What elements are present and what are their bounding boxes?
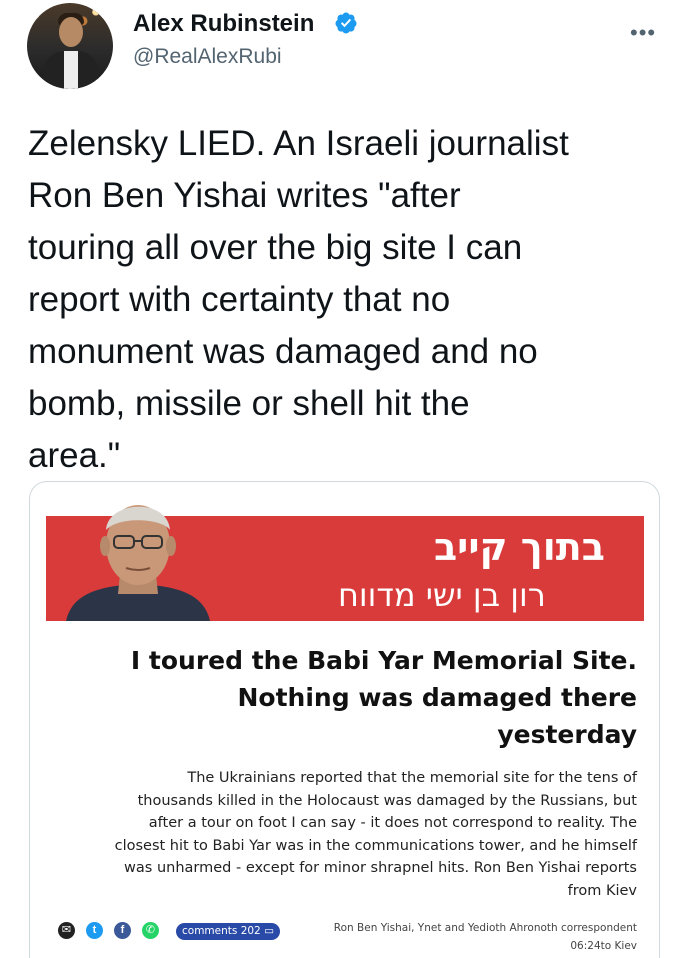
- tweet-header: Alex Rubinstein @RealAlexRubi •••: [0, 0, 690, 100]
- banner-title: בתוך קייב: [434, 525, 605, 569]
- author-handle[interactable]: @RealAlexRubi: [133, 45, 282, 69]
- facebook-icon[interactable]: f: [114, 922, 131, 939]
- body-line: from Kiev: [567, 882, 637, 899]
- media-card[interactable]: בתוך קייב רון בן ישי מדווח I toured the …: [29, 481, 660, 958]
- article-byline: Ron Ben Yishai, Ynet and Yedioth Ahronot…: [333, 922, 637, 934]
- tweet-text: Zelensky LIED. An Israeli journalist Ron…: [28, 118, 668, 482]
- avatar[interactable]: [27, 3, 113, 89]
- more-dots-icon[interactable]: •••: [630, 20, 656, 46]
- headline-line: I toured the Babi Yar Memorial Site.: [130, 646, 637, 675]
- body-line: after a tour on foot I can say - it does…: [148, 815, 637, 831]
- email-icon[interactable]: ✉: [58, 922, 75, 939]
- journalist-photo: [66, 505, 210, 621]
- article-dateline: 06:24to Kiev: [570, 940, 637, 952]
- body-line: The Ukrainians reported that the memoria…: [187, 770, 637, 786]
- comment-bubble-icon: ▭: [264, 925, 275, 937]
- body-line: was unharmed - except for minor shrapnel…: [124, 860, 637, 876]
- comments-button[interactable]: comments 202 ▭: [176, 923, 281, 940]
- tweet-line: bomb, missile or shell hit the: [28, 384, 470, 423]
- tweet-line: Ron Ben Yishai writes "after: [28, 176, 461, 215]
- headline-line: yesterday: [497, 720, 637, 749]
- tweet-line: report with certainty that no: [28, 280, 451, 319]
- whatsapp-icon[interactable]: ✆: [142, 922, 159, 939]
- body-line: closest hit to Babi Yar was in the commu…: [114, 837, 637, 854]
- headline-line: Nothing was damaged there: [237, 683, 638, 712]
- comments-label: comments 202: [182, 925, 261, 937]
- article-headline: I toured the Babi Yar Memorial Site. Not…: [131, 642, 637, 753]
- tweet-line: monument was damaged and no: [28, 332, 538, 371]
- tweet-line: area.": [28, 436, 121, 475]
- tweet-line: touring all over the big site I can: [28, 228, 523, 267]
- banner-subtitle: רון בן ישי מדווח: [338, 576, 546, 614]
- body-line: thousands killed in the Holocaust was da…: [137, 792, 637, 809]
- verified-badge-icon: [335, 12, 357, 34]
- author-name[interactable]: Alex Rubinstein: [133, 10, 314, 38]
- twitter-icon[interactable]: t: [86, 922, 103, 939]
- article-body: The Ukrainians reported that the memoria…: [37, 767, 637, 902]
- tweet-line: Zelensky LIED. An Israeli journalist: [28, 124, 569, 163]
